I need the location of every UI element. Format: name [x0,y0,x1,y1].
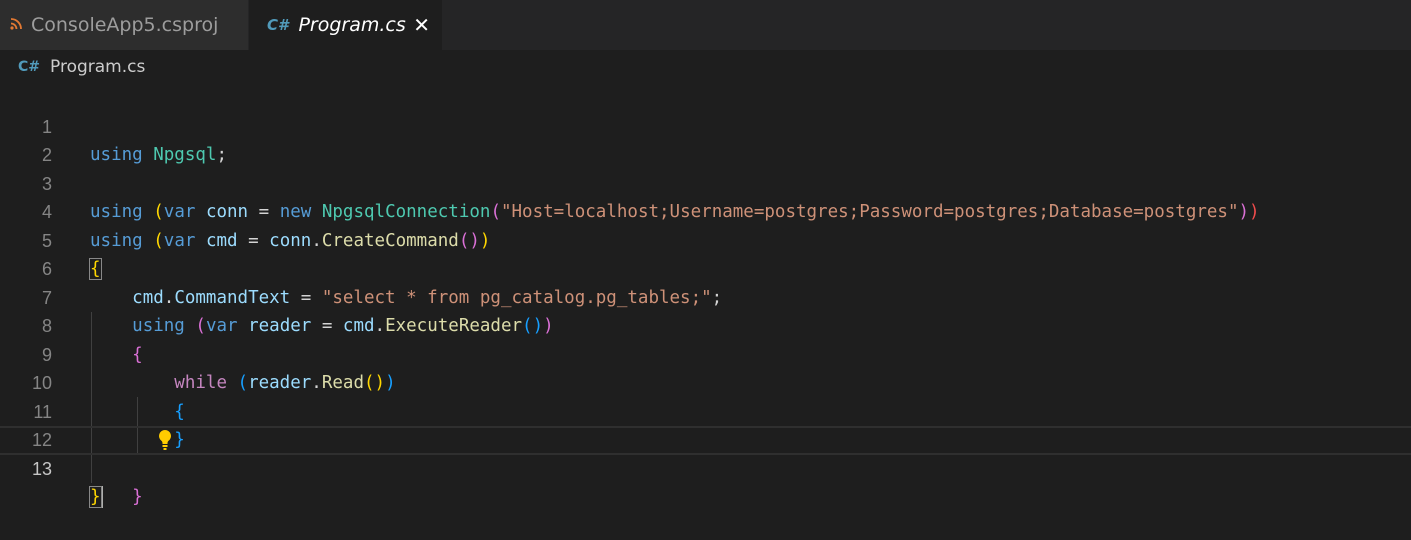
csharp-icon: C# [267,16,289,34]
tab-label: ConsoleApp5.csproj [31,14,219,36]
code-line: 13 } [0,426,1411,508]
code-line: 10 { [0,341,1411,422]
code-line: 9 while (reader.Read()) [0,312,1411,394]
code-line: 7 using (var reader = cmd.ExecuteReader(… [0,255,1411,337]
breadcrumb-item-program-cs[interactable]: Program.cs [50,57,145,77]
code-line: 12 } [0,398,1411,507]
tab-label: Program.cs [298,14,406,36]
code-line: 1 using Npgsql; [0,84,1411,166]
code-editor[interactable]: 1 using Npgsql; 2 3 using (var conn = ne… [0,84,1411,508]
tab-consoleapp5-csproj[interactable]: ConsoleApp5.csproj [0,0,249,50]
code-line: 8 { [0,284,1411,365]
breadcrumb: C# Program.cs [0,50,1411,84]
text-cursor [100,486,103,508]
code-line: 11 } [0,369,1411,451]
code-line: 3 using (var conn = new NpgsqlConnection… [0,141,1411,223]
lightbulb-icon[interactable] [94,401,172,450]
code-line: 2 [0,113,1411,165]
close-icon[interactable]: ✕ [413,13,430,37]
code-line: 5 { [0,198,1411,280]
line-number: 13 [31,458,52,479]
csharp-icon: C# [18,59,41,75]
tab-bar: ConsoleApp5.csproj C# Program.cs ✕ [0,0,1411,50]
code-line: 6 cmd.CommandText = "select * from pg_ca… [0,227,1411,308]
tab-program-cs[interactable]: C# Program.cs ✕ [249,0,443,50]
code-line: 4 using (var cmd = conn.CreateCommand()) [0,170,1411,251]
rss-icon [10,16,22,34]
